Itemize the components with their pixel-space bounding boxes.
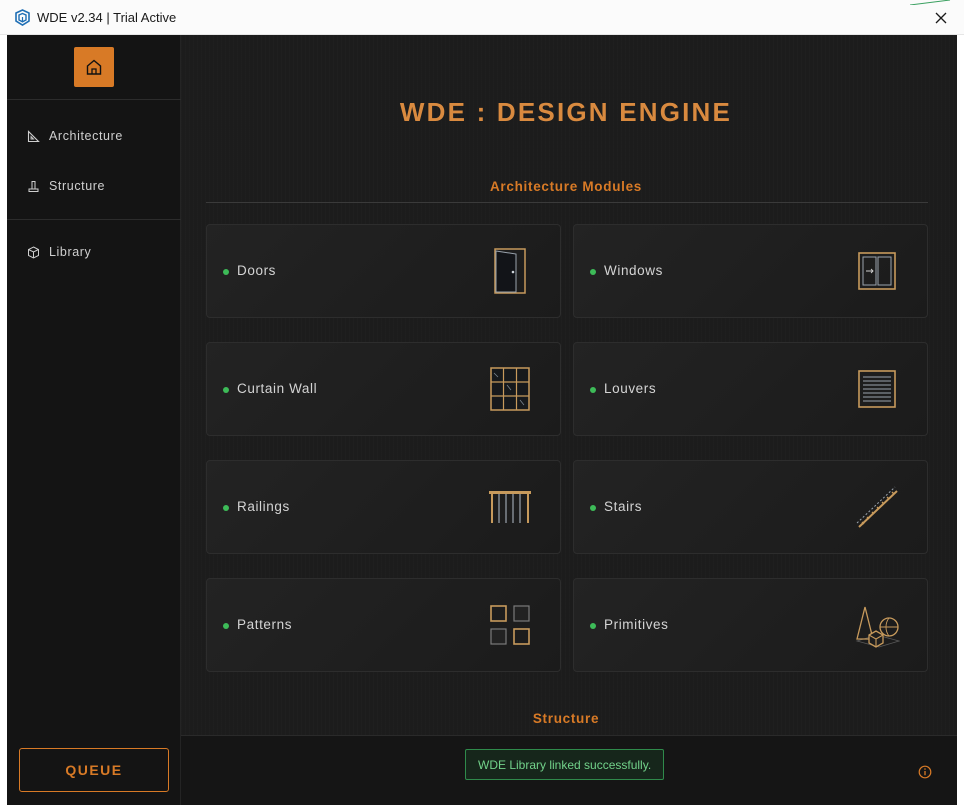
module-label: Stairs [604, 499, 643, 514]
status-dot [223, 505, 229, 511]
status-dot [590, 269, 596, 275]
sidebar-item-label: Architecture [49, 129, 123, 143]
status-dot [590, 505, 596, 511]
module-card-primitives[interactable]: Primitives [573, 578, 928, 672]
section-title-structure: Structure [532, 711, 600, 726]
module-label: Windows [604, 263, 663, 278]
module-label: Railings [237, 499, 290, 514]
sidebar-item-library[interactable]: Library [27, 242, 91, 262]
column-icon [28, 180, 39, 192]
module-label: Patterns [237, 617, 293, 632]
sidebar-divider [7, 219, 181, 220]
module-card-curtain-wall[interactable]: Curtain Wall [206, 342, 561, 436]
status-dot [223, 623, 229, 629]
module-card-patterns[interactable]: Patterns [206, 578, 561, 672]
status-bar: WDE Library linked successfully. [181, 735, 957, 805]
sidebar: Architecture Structure Library QUEUE [7, 35, 181, 805]
door-icon [494, 248, 526, 294]
sidebar-divider [7, 99, 181, 100]
corner-decoration [910, 0, 951, 5]
home-icon [86, 59, 102, 75]
module-card-louvers[interactable]: Louvers [573, 342, 928, 436]
module-label: Doors [237, 263, 277, 278]
module-card-railings[interactable]: Railings [206, 460, 561, 554]
module-label: Louvers [604, 381, 657, 396]
curtain-wall-icon [490, 367, 530, 411]
status-dot [223, 269, 229, 275]
status-dot [223, 387, 229, 393]
app-logo-icon [15, 9, 30, 26]
main-panel: WDE : DESIGN ENGINE Architecture Modules… [181, 35, 957, 735]
sidebar-item-label: Structure [49, 179, 106, 193]
stairs-icon [856, 486, 898, 528]
section-divider [206, 202, 928, 203]
sidebar-item-label: Library [49, 245, 92, 259]
module-card-stairs[interactable]: Stairs [573, 460, 928, 554]
home-button[interactable] [74, 47, 114, 87]
sidebar-item-structure[interactable]: Structure [27, 176, 105, 196]
status-toast: WDE Library linked successfully. [465, 749, 665, 780]
module-label: Primitives [604, 617, 669, 632]
sidebar-item-architecture[interactable]: Architecture [27, 126, 123, 146]
status-dot [590, 387, 596, 393]
window-title: WDE v2.34 | Trial Active [37, 10, 177, 25]
module-label: Curtain Wall [237, 381, 318, 396]
close-icon[interactable] [932, 9, 950, 27]
module-card-windows[interactable]: Windows [573, 224, 928, 318]
module-card-doors[interactable]: Doors [206, 224, 561, 318]
window-icon [858, 252, 896, 290]
app-window: Architecture Structure Library QUEUE WDE… [7, 35, 957, 805]
set-square-icon [27, 129, 40, 142]
primitives-icon [855, 606, 901, 648]
status-dot [590, 623, 596, 629]
louvers-icon [858, 370, 896, 408]
queue-button[interactable]: QUEUE [19, 748, 169, 792]
page-title: WDE : DESIGN ENGINE [399, 97, 733, 127]
patterns-icon [490, 605, 530, 645]
info-icon[interactable] [918, 765, 932, 779]
section-title-architecture: Architecture Modules [489, 179, 643, 194]
railings-icon [489, 491, 531, 523]
cube-icon [28, 245, 39, 259]
window-titlebar: WDE v2.34 | Trial Active [0, 0, 964, 35]
